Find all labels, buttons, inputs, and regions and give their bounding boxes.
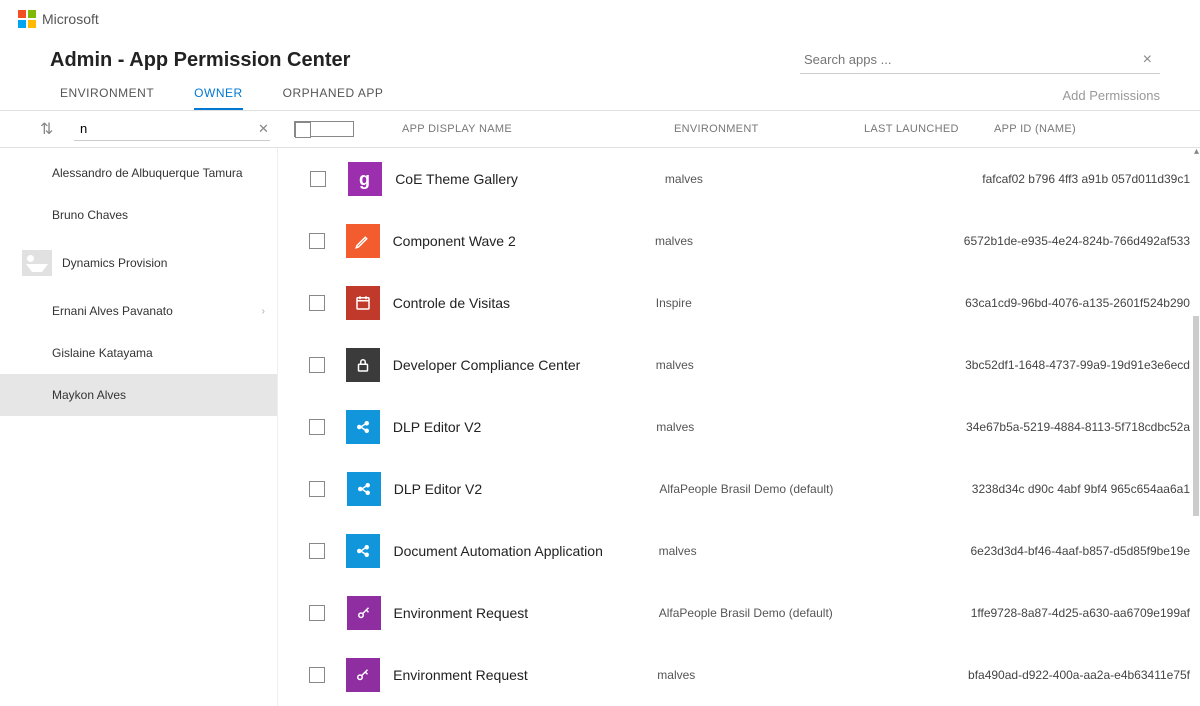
- tab-orphaned-app[interactable]: ORPHANED APP: [283, 80, 384, 110]
- owner-label: Maykon Alves: [52, 388, 126, 402]
- app-environment: malves: [659, 544, 844, 558]
- owner-filter[interactable]: ✕: [74, 117, 270, 141]
- flow-icon: [347, 472, 381, 506]
- app-name: Component Wave 2: [383, 233, 655, 249]
- top-bar: Microsoft: [0, 0, 1200, 38]
- search-box[interactable]: ×: [800, 46, 1160, 74]
- app-id: fafcaf02 b796 4ff3 a91b 057d011d39c1: [982, 172, 1190, 186]
- app-environment: malves: [656, 420, 840, 434]
- page-title: Admin - App Permission Center: [50, 49, 350, 72]
- owner-item[interactable]: Bruno Chaves: [0, 194, 277, 236]
- row-checkbox[interactable]: [309, 233, 325, 249]
- app-row[interactable]: Document Automation Applicationmalves 6e2…: [278, 520, 1200, 582]
- app-row[interactable]: Component Wave 2malves 6572b1de-e935-4e24…: [278, 210, 1200, 272]
- calendar-icon: [346, 286, 380, 320]
- app-environment: malves: [656, 358, 840, 372]
- chevron-right-icon: ›: [262, 306, 265, 317]
- key-icon: [346, 658, 380, 692]
- app-name: DLP Editor V2: [384, 481, 660, 497]
- owner-label: Ernani Alves Pavanato: [52, 304, 173, 318]
- tab-owner[interactable]: OWNER: [194, 80, 243, 110]
- owner-item[interactable]: Ernani Alves Pavanato ›: [0, 290, 277, 332]
- owner-label: Bruno Chaves: [52, 208, 128, 222]
- col-last[interactable]: LAST LAUNCHED: [864, 123, 994, 135]
- app-row[interactable]: Environment Requestmalves bfa490ad-d922-4…: [278, 644, 1200, 706]
- app-row[interactable]: Developer Compliance Centermalves 3bc52df…: [278, 334, 1200, 396]
- app-row[interactable]: gCoE Theme Gallerymalves fafcaf02 b796 4f…: [278, 148, 1200, 210]
- tab-environment[interactable]: ENVIRONMENT: [60, 80, 154, 110]
- brand-name: Microsoft: [42, 11, 99, 27]
- app-environment: AlfaPeople Brasil Demo (default): [659, 606, 844, 620]
- owner-list: Alessandro de Albuquerque Tamura Bruno Ch…: [0, 148, 278, 706]
- col-name[interactable]: APP DISPLAY NAME: [392, 123, 674, 135]
- app-environment: malves: [665, 172, 853, 186]
- owner-item[interactable]: Gislaine Katayama: [0, 332, 277, 374]
- scrollbar-thumb[interactable]: [1193, 316, 1199, 516]
- row-checkbox[interactable]: [309, 667, 325, 683]
- app-id: 63ca1cd9-96bd-4076-a135-2601f524b290: [965, 296, 1190, 310]
- app-environment: AlfaPeople Brasil Demo (default): [659, 482, 845, 496]
- app-row[interactable]: DLP Editor V2AlfaPeople Brasil Demo (def…: [278, 458, 1200, 520]
- col-id[interactable]: APP ID (NAME): [994, 123, 1182, 135]
- app-row[interactable]: Controle de VisitasInspire 63ca1cd9-96bd-…: [278, 272, 1200, 334]
- app-id: 3238d34c d90c 4abf 9bf4 965c654aa6a1: [972, 482, 1190, 496]
- app-id: 6e23d3d4-bf46-4aaf-b857-d5d85f9be19e: [970, 544, 1190, 558]
- col-env[interactable]: ENVIRONMENT: [674, 123, 864, 135]
- app-name: Developer Compliance Center: [383, 357, 656, 373]
- search-input[interactable]: [804, 48, 1139, 71]
- app-id: 1ffe9728-8a87-4d25-a630-aa6709e199af: [971, 606, 1190, 620]
- row-checkbox[interactable]: [309, 295, 325, 311]
- row-checkbox[interactable]: [310, 171, 326, 187]
- owner-filter-clear-icon[interactable]: ✕: [258, 121, 269, 137]
- app-name: Controle de Visitas: [383, 295, 656, 311]
- brand-logo: Microsoft: [18, 10, 99, 28]
- row-checkbox[interactable]: [309, 543, 325, 559]
- app-name: Document Automation Application: [384, 543, 659, 559]
- row-checkbox[interactable]: [309, 357, 325, 373]
- header-checkbox-col: [294, 121, 354, 137]
- tabs-row: ENVIRONMENT OWNER ORPHANED APP Add Permiss…: [0, 74, 1200, 111]
- owner-item[interactable]: Dynamics Provision: [0, 236, 277, 290]
- app-environment: malves: [655, 234, 838, 248]
- app-id: 6572b1de-e935-4e24-824b-766d492af533: [964, 234, 1190, 248]
- body: Alessandro de Albuquerque Tamura Bruno Ch…: [0, 148, 1200, 706]
- row-checkbox[interactable]: [309, 605, 325, 621]
- owner-label: Gislaine Katayama: [52, 346, 153, 360]
- grid-header: ⇅ ✕ APP DISPLAY NAME ENVIRONMENT LAST LA…: [0, 111, 1200, 148]
- g-icon: g: [348, 162, 382, 196]
- owner-label: Dynamics Provision: [62, 256, 167, 270]
- app-list: gCoE Theme Gallerymalvesfafcaf02 b796 4f…: [278, 148, 1200, 706]
- lock-icon: [346, 348, 380, 382]
- flow-icon: [346, 534, 380, 568]
- sort-icon[interactable]: ⇅: [40, 119, 64, 139]
- header-row: Admin - App Permission Center ×: [0, 38, 1200, 74]
- owner-filter-input[interactable]: [78, 117, 258, 140]
- app-name: CoE Theme Gallery: [385, 171, 665, 187]
- tabs: ENVIRONMENT OWNER ORPHANED APP: [60, 80, 383, 110]
- app-environment: Inspire: [656, 296, 840, 310]
- owner-item[interactable]: Maykon Alves: [0, 374, 277, 416]
- ms-squares-icon: [18, 10, 36, 28]
- app-row[interactable]: DLP Editor V2malves 34e67b5a-5219-4884-81…: [278, 396, 1200, 458]
- row-checkbox[interactable]: [309, 419, 325, 435]
- app-row[interactable]: Environment RequestAlfaPeople Brasil Dem…: [278, 582, 1200, 644]
- scroll-up-icon[interactable]: ▴: [1194, 146, 1199, 157]
- owner-item[interactable]: Alessandro de Albuquerque Tamura: [0, 152, 277, 194]
- select-all-checkbox[interactable]: [295, 122, 311, 138]
- key-icon: [347, 596, 381, 630]
- app-id: 3bc52df1-1648-4737-99a9-19d91e3e6ecd: [965, 358, 1190, 372]
- app-name: DLP Editor V2: [383, 419, 656, 435]
- app-environment: malves: [657, 668, 842, 682]
- search-clear-icon[interactable]: ×: [1139, 51, 1156, 69]
- add-permissions-link[interactable]: Add Permissions: [1062, 88, 1160, 103]
- app-name: Environment Request: [383, 667, 657, 683]
- app-id: 34e67b5a-5219-4884-8113-5f718cdbc52a: [966, 420, 1190, 434]
- owner-label: Alessandro de Albuquerque Tamura: [52, 166, 243, 180]
- app-name: Environment Request: [384, 605, 659, 621]
- app-id: bfa490ad-d922-400a-aa2a-e4b63411e75f: [968, 668, 1190, 682]
- pencil-icon: [346, 224, 380, 258]
- flow-icon: [346, 410, 380, 444]
- avatar-placeholder-icon: [22, 250, 52, 276]
- row-checkbox[interactable]: [309, 481, 325, 497]
